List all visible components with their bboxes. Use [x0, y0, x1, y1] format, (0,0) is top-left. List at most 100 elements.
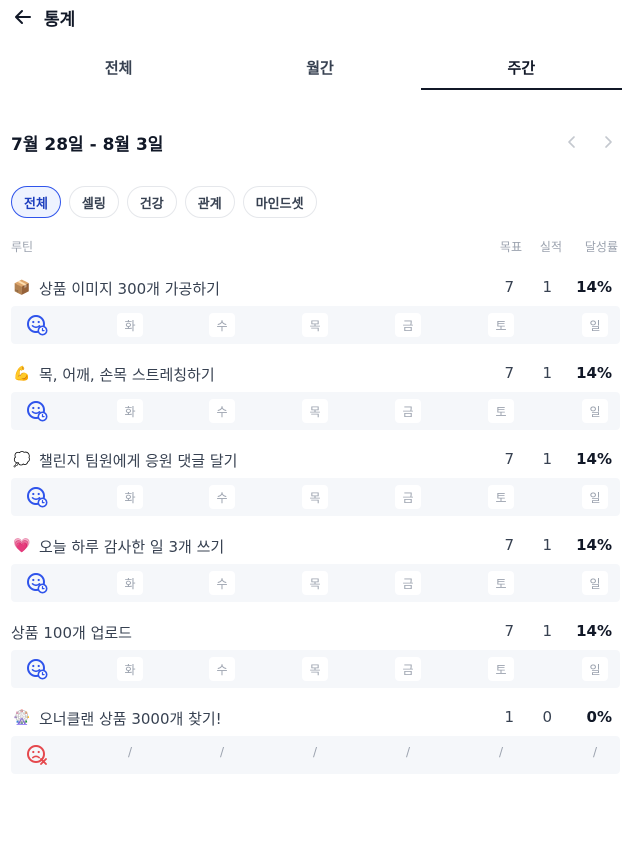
filter-chip-all[interactable]: 전체 [11, 186, 61, 218]
routine-row[interactable]: 💗 오늘 하루 감사한 일 3개 쓰기 7 1 14% 화 수 목 금 토 일 [11, 528, 620, 614]
day-cells: / / / / / / [117, 736, 614, 774]
day-cell: 금 [395, 399, 421, 423]
routine-row[interactable]: 💭 챌린지 팀원에게 응원 댓글 달기 7 1 14% 화 수 목 금 토 일 [11, 442, 620, 528]
day-cell: 화 [117, 313, 143, 337]
day-cell: 목 [302, 399, 328, 423]
tab-monthly[interactable]: 월간 [219, 48, 420, 90]
routine-row[interactable]: 🎡 오너클랜 상품 3000개 찾기! 1 0 0% / / / / / / [11, 700, 620, 786]
routine-actual: 1 [542, 450, 552, 468]
week-selector: 7월 28일 - 8월 3일 [11, 128, 623, 156]
routine-rate: 14% [576, 450, 612, 468]
column-actual: 실적 [539, 240, 562, 254]
routine-goal: 7 [504, 278, 514, 296]
day-empty-mark: / [405, 745, 411, 759]
smile-clock-icon[interactable] [25, 313, 49, 337]
column-rate: 달성률 [584, 240, 618, 254]
routine-line: 💪 목, 어깨, 손목 스트레칭하기 7 1 14% [11, 362, 620, 386]
tab-weekly[interactable]: 주간 [420, 48, 622, 90]
routine-emoji-icon: 💪 [13, 366, 31, 382]
table-header: 루틴 목표 실적 달성률 [11, 238, 620, 256]
routine-goal: 1 [504, 708, 514, 726]
day-cells: 화수목금토일 [117, 564, 614, 602]
column-routine: 루틴 [11, 240, 34, 254]
filter-chip-selling[interactable]: 셀링 [68, 186, 119, 218]
routine-emoji-icon: 💗 [13, 538, 31, 554]
routine-emoji-icon: 🎡 [13, 710, 31, 726]
day-strip: 화수목금토일 [11, 392, 620, 430]
filter-chip-mindset[interactable]: 마인드셋 [242, 186, 317, 218]
routine-rate: 14% [576, 622, 612, 640]
routine-line: 상품 100개 업로드 7 1 14% [11, 620, 620, 644]
routine-goal: 7 [504, 622, 514, 640]
smile-clock-icon[interactable] [25, 485, 49, 509]
category-filters: 전체 셀링 건강 관계 마인드셋 [11, 186, 317, 218]
arrow-left-icon[interactable] [12, 6, 34, 28]
day-cell: 금 [395, 657, 421, 681]
routine-actual: 1 [542, 278, 552, 296]
routine-goal: 7 [504, 364, 514, 382]
day-cell: 수 [209, 657, 235, 681]
day-cell: 토 [488, 571, 514, 595]
day-cells: 화수목금토일 [117, 650, 614, 688]
column-goal: 목표 [499, 240, 522, 254]
chevron-right-icon[interactable] [597, 131, 619, 153]
day-cell: 화 [117, 485, 143, 509]
day-cell: 화 [117, 571, 143, 595]
period-tabs: 전체 월간 주간 [0, 48, 640, 90]
day-cell: 금 [395, 313, 421, 337]
header: 통계 [12, 4, 75, 30]
day-cell: 목 [302, 485, 328, 509]
routine-rate: 14% [576, 364, 612, 382]
routine-line: 💭 챌린지 팀원에게 응원 댓글 달기 7 1 14% [11, 448, 620, 472]
smile-clock-icon[interactable] [25, 657, 49, 681]
day-cell: 수 [209, 399, 235, 423]
day-cell: 금 [395, 485, 421, 509]
filter-chip-health[interactable]: 건강 [126, 186, 177, 218]
routine-list: 📦 상품 이미지 300개 가공하기 7 1 14% 화 수 목 금 토 일 💪 목, 어깨, 손목 스… [11, 270, 620, 786]
day-cell: 화 [117, 399, 143, 423]
routine-name: 오너클랜 상품 3000개 찾기! [39, 709, 222, 728]
day-cells: 화수목금토일 [117, 392, 614, 430]
day-cell: 토 [488, 485, 514, 509]
routine-rate: 0% [586, 708, 612, 726]
chevron-left-icon[interactable] [561, 131, 583, 153]
sad-x-icon[interactable] [25, 743, 49, 767]
filter-chip-relationship[interactable]: 관계 [184, 186, 235, 218]
routine-actual: 1 [542, 622, 552, 640]
day-cell: 일 [582, 399, 608, 423]
day-cell: 목 [302, 571, 328, 595]
routine-actual: 1 [542, 364, 552, 382]
routine-actual: 0 [542, 708, 552, 726]
routine-row[interactable]: 💪 목, 어깨, 손목 스트레칭하기 7 1 14% 화 수 목 금 토 일 [11, 356, 620, 442]
routine-goal: 7 [504, 450, 514, 468]
day-cell: 수 [209, 485, 235, 509]
smile-clock-icon[interactable] [25, 571, 49, 595]
day-strip: 화수목금토일 [11, 564, 620, 602]
day-empty-mark: / [219, 745, 225, 759]
routine-rate: 14% [576, 536, 612, 554]
day-cell: 목 [302, 313, 328, 337]
routine-name: 상품 이미지 300개 가공하기 [39, 279, 220, 298]
routine-rate: 14% [576, 278, 612, 296]
routine-actual: 1 [542, 536, 552, 554]
day-strip: / / / / / / [11, 736, 620, 774]
day-cells: 화수목금토일 [117, 478, 614, 516]
routine-emoji-icon: 💭 [13, 452, 31, 468]
smile-clock-icon[interactable] [25, 399, 49, 423]
routine-row[interactable]: 📦 상품 이미지 300개 가공하기 7 1 14% 화 수 목 금 토 일 [11, 270, 620, 356]
day-cells: 화수목금토일 [117, 306, 614, 344]
day-cell: 일 [582, 313, 608, 337]
day-empty-mark: / [312, 745, 318, 759]
day-cell: 일 [582, 571, 608, 595]
day-cell: 수 [209, 571, 235, 595]
routine-name: 오늘 하루 감사한 일 3개 쓰기 [39, 537, 225, 556]
routine-name: 챌린지 팀원에게 응원 댓글 달기 [39, 451, 238, 470]
routine-emoji-icon: 📦 [13, 280, 31, 296]
tab-all[interactable]: 전체 [18, 48, 219, 90]
day-cell: 목 [302, 657, 328, 681]
day-cell: 토 [488, 657, 514, 681]
routine-line: 🎡 오너클랜 상품 3000개 찾기! 1 0 0% [11, 706, 620, 730]
routine-row[interactable]: 상품 100개 업로드 7 1 14% 화 수 목 금 토 일 [11, 614, 620, 700]
day-cell: 일 [582, 657, 608, 681]
day-empty-mark: / [592, 745, 598, 759]
